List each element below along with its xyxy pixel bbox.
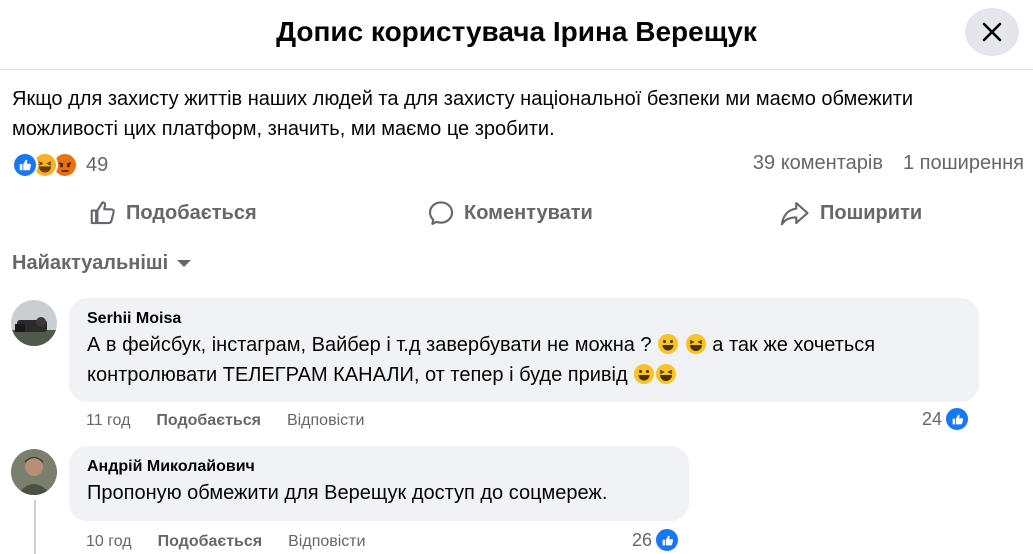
comment-reply-button[interactable]: Відповісти	[287, 412, 364, 430]
comment-icon	[428, 201, 454, 225]
caret-down-icon	[177, 259, 192, 267]
comment-text-part: А в фейсбук, інстаграм, Вайбер і т.д зав…	[87, 334, 652, 356]
shares-count[interactable]: 1 поширення	[903, 152, 1024, 175]
comment-likes[interactable]: 24	[922, 406, 971, 432]
comment-text: А в фейсбук, інстаграм, Вайбер і т.д зав…	[87, 330, 961, 390]
close-button[interactable]	[965, 8, 1019, 56]
close-icon	[982, 22, 1002, 42]
comment-meta: 10 год Подобається Відповісти	[86, 533, 392, 551]
comment-sort-dropdown[interactable]: Найактуальніші	[12, 252, 192, 275]
post-actions: Подобається Коментувати Поширити	[0, 193, 1033, 233]
like-icon	[12, 152, 38, 178]
comment-time[interactable]: 11 год	[86, 412, 130, 430]
laughing-emoji-icon	[656, 364, 677, 384]
sort-label: Найактуальніші	[12, 252, 169, 274]
share-icon	[780, 201, 809, 226]
comment-bubble: Serhii Moisa А в фейсбук, інстаграм, Вай…	[69, 298, 979, 402]
thumbs-up-icon	[90, 201, 115, 225]
reaction-count: 49	[86, 153, 109, 176]
comment-likes-count: 24	[922, 408, 943, 429]
laughing-emoji-icon	[685, 334, 706, 354]
comment-text: Пропоную обмежити для Верещук доступ до …	[87, 482, 608, 504]
dialog-header: Допис користувача Ірина Верещук	[0, 0, 1033, 70]
comment-author[interactable]: Андрій Миколайович	[87, 458, 671, 476]
avatar[interactable]	[11, 449, 57, 495]
avatar-image	[11, 449, 57, 495]
comment-likes-count: 26	[632, 529, 653, 550]
like-icon	[944, 406, 971, 432]
reactions-summary[interactable]: 49	[12, 150, 108, 180]
comment-button[interactable]: Коментувати	[426, 193, 593, 233]
grinning-emoji-icon	[658, 334, 679, 354]
comment-time[interactable]: 10 год	[86, 533, 132, 551]
like-button[interactable]: Подобається	[88, 193, 257, 233]
avatar[interactable]	[11, 300, 57, 346]
post-text: Якщо для захисту життів наших людей та д…	[12, 88, 914, 140]
comment-button-label: Коментувати	[464, 201, 593, 224]
post-stats: 49 39 коментарів 1 поширення	[12, 150, 1024, 180]
comment-reply-button[interactable]: Відповісти	[288, 533, 365, 551]
comment-likes[interactable]: 26	[632, 527, 681, 553]
avatar-image	[11, 300, 57, 346]
grinning-emoji-icon	[634, 364, 655, 384]
stats-right: 39 коментарів 1 поширення	[753, 152, 1024, 175]
comment-like-button[interactable]: Подобається	[156, 412, 261, 430]
comment-bubble: Андрій Миколайович Пропоную обмежити для…	[69, 446, 689, 521]
like-icon	[654, 527, 681, 553]
like-button-label: Подобається	[126, 201, 257, 224]
thread-line	[34, 500, 36, 554]
comment-like-button[interactable]: Подобається	[158, 533, 263, 551]
share-button[interactable]: Поширити	[778, 193, 922, 233]
comment-meta: 11 год Подобається Відповісти	[86, 412, 390, 430]
comments-count[interactable]: 39 коментарів	[753, 152, 883, 175]
share-button-label: Поширити	[820, 201, 923, 224]
comment-author[interactable]: Serhii Moisa	[87, 310, 961, 328]
dialog-title: Допис користувача Ірина Верещук	[276, 16, 757, 47]
